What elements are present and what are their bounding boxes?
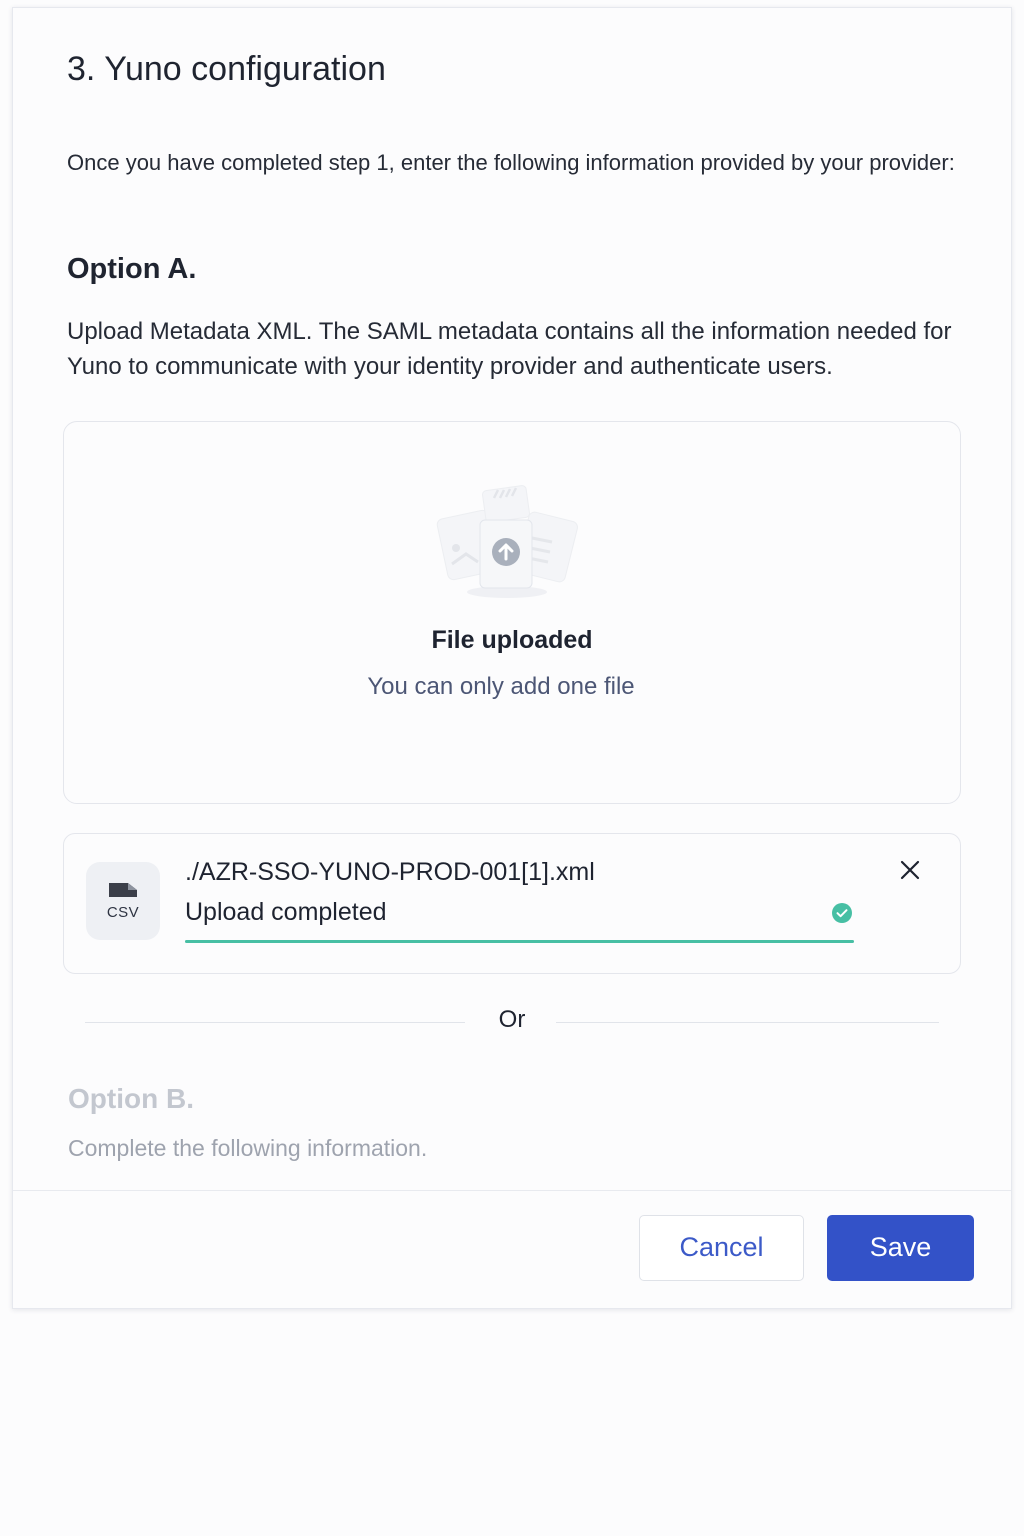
upload-illustration-icon: [436, 485, 578, 598]
close-icon: [900, 860, 920, 880]
file-type-label: CSV: [106, 904, 140, 921]
file-name: ./AZR-SSO-YUNO-PROD-001[1].xml: [185, 858, 595, 886]
remove-file-button[interactable]: [898, 858, 922, 882]
footer-divider: [13, 1190, 1011, 1191]
option-a-description: Upload Metadata XML. The SAML metadata c…: [67, 318, 952, 380]
option-a-title: Option A.: [67, 253, 197, 285]
save-button[interactable]: Save: [827, 1215, 974, 1281]
file-type-badge: CSV: [86, 862, 160, 940]
yuno-configuration-dialog: 3. Yuno configuration Once you have comp…: [12, 7, 1012, 1309]
check-circle-icon: [832, 903, 852, 923]
divider-line-left: [85, 1022, 465, 1023]
file-icon: [109, 883, 137, 897]
uploaded-file-item: CSV ./AZR-SSO-YUNO-PROD-001[1].xml Uploa…: [63, 833, 961, 974]
cancel-button[interactable]: Cancel: [639, 1215, 804, 1281]
dropzone-title: File uploaded: [431, 626, 593, 654]
upload-progress-bar: [185, 940, 854, 943]
file-dropzone[interactable]: File uploaded You can only add one file: [63, 421, 961, 804]
dropzone-subtitle: You can only add one file: [367, 673, 635, 700]
upload-progress-fill: [185, 940, 854, 943]
divider-line-right: [556, 1022, 939, 1023]
option-b-title: Option B.: [68, 1083, 194, 1114]
dialog-title: 3. Yuno configuration: [67, 50, 386, 88]
option-b-description: Complete the following information.: [68, 1135, 428, 1161]
or-divider-label: Or: [498, 1006, 526, 1033]
upload-status: Upload completed: [185, 898, 387, 926]
intro-text: Once you have completed step 1, enter th…: [67, 150, 955, 175]
